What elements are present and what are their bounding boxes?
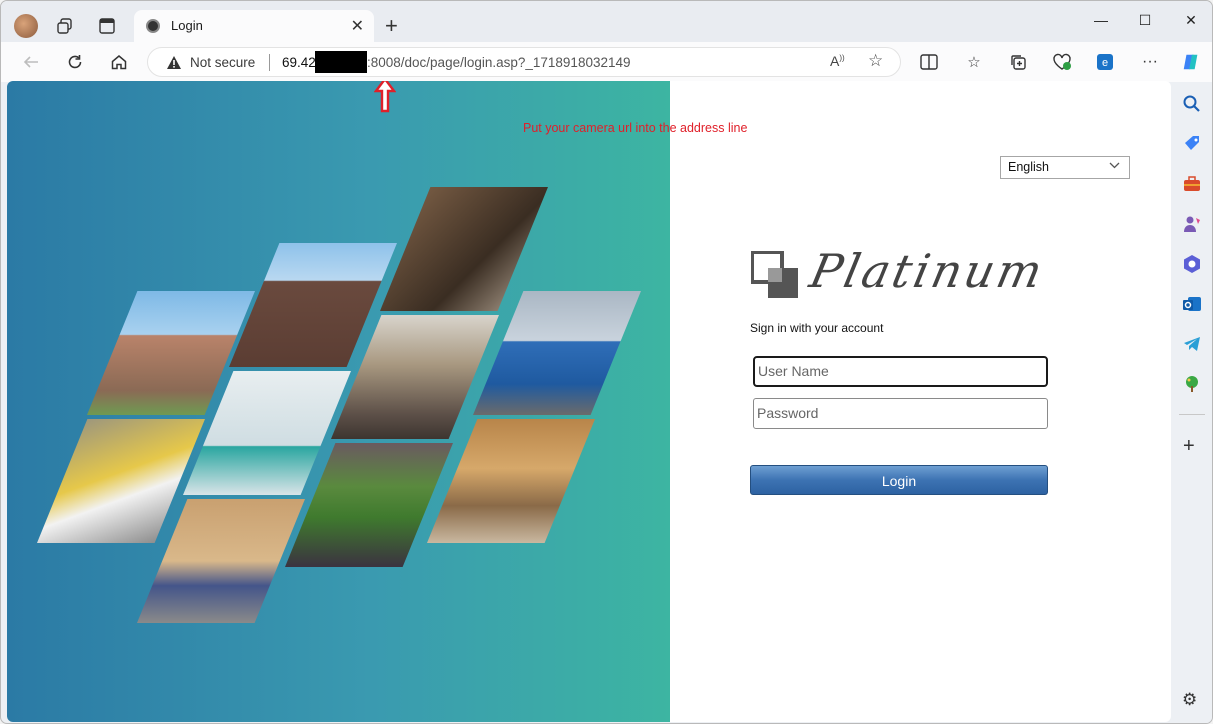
refresh-icon[interactable] — [64, 51, 86, 73]
browser-sidebar: + ⚙ — [1171, 82, 1212, 723]
split-screen-icon[interactable] — [919, 52, 939, 72]
tab-strip: Login ✕ + — ☐ ✕ — [1, 1, 1212, 42]
back-icon[interactable] — [20, 51, 42, 73]
password-input[interactable]: Password — [753, 398, 1048, 429]
maximize-icon[interactable]: ☐ — [1122, 12, 1168, 29]
url-prefix[interactable]: 69.42 — [282, 55, 316, 70]
payment-terminal-photo — [380, 187, 548, 311]
redaction-box — [315, 51, 367, 73]
settings-icon[interactable]: ⚙ — [1182, 690, 1197, 710]
telegram-icon[interactable] — [1182, 334, 1202, 354]
tab-actions-icon[interactable] — [96, 15, 118, 37]
tree-icon[interactable] — [1182, 374, 1202, 394]
read-aloud-icon[interactable]: A)) — [830, 53, 845, 69]
workspaces-icon[interactable] — [54, 15, 76, 37]
tab-title: Login — [171, 18, 203, 33]
profile-avatar[interactable] — [14, 14, 38, 38]
tools-icon[interactable] — [1182, 174, 1202, 194]
grand-central-photo — [427, 419, 595, 543]
chevron-down-icon — [1109, 160, 1120, 172]
address-separator — [269, 54, 270, 71]
edge-icon[interactable]: e — [1095, 52, 1115, 72]
minimize-icon[interactable]: — — [1078, 12, 1124, 28]
camera-favicon-icon — [146, 19, 160, 33]
arrow-up-icon — [374, 81, 396, 113]
truck-photo — [473, 291, 641, 415]
url-suffix[interactable]: :8008/doc/page/login.asp?_1718918032149 — [367, 55, 631, 70]
page-content: Put your camera url into the address lin… — [7, 81, 1171, 722]
platinum-logo-icon — [751, 251, 798, 298]
language-select[interactable]: English — [1000, 156, 1130, 179]
address-bar[interactable]: Not secure 69.42 :8008/doc/page/login.as… — [147, 47, 901, 77]
copilot-icon[interactable] — [1181, 52, 1201, 72]
username-placeholder: User Name — [758, 363, 829, 379]
close-tab-icon[interactable]: ✕ — [351, 16, 364, 36]
add-icon[interactable]: + — [1183, 435, 1195, 458]
brand-name: Platinum — [805, 244, 1050, 298]
svg-text:e: e — [1102, 57, 1108, 69]
not-secure-label[interactable]: Not secure — [190, 55, 255, 70]
signin-heading: Sign in with your account — [750, 321, 884, 335]
password-placeholder: Password — [757, 405, 819, 421]
browser-essentials-icon[interactable] — [1052, 52, 1072, 72]
games-icon[interactable] — [1182, 214, 1202, 234]
instruction-annotation: Put your camera url into the address lin… — [523, 121, 748, 135]
more-icon[interactable]: ··· — [1140, 52, 1160, 72]
office-icon[interactable] — [1182, 254, 1202, 274]
collections-icon[interactable] — [1008, 52, 1028, 72]
search-icon[interactable] — [1182, 94, 1202, 114]
login-button[interactable]: Login — [750, 465, 1048, 495]
browser-window: Login ✕ + — ☐ ✕ Not secure 69.42 :8008/d… — [0, 0, 1213, 724]
favorites-icon[interactable]: ☆ — [964, 52, 984, 72]
new-tab-icon[interactable]: + — [385, 13, 398, 39]
sidebar-divider — [1179, 414, 1205, 415]
shopping-icon[interactable] — [1182, 134, 1202, 154]
language-selected: English — [1008, 160, 1049, 174]
warning-icon[interactable] — [166, 55, 182, 75]
close-window-icon[interactable]: ✕ — [1168, 12, 1212, 29]
username-input[interactable]: User Name — [753, 356, 1048, 387]
home-icon[interactable] — [108, 51, 130, 73]
favorite-star-icon[interactable]: ☆ — [868, 51, 883, 71]
browser-toolbar: Not secure 69.42 :8008/doc/page/login.as… — [1, 42, 1212, 82]
hero-collage — [7, 81, 670, 722]
outlook-icon[interactable] — [1182, 294, 1202, 314]
tab-login[interactable]: Login ✕ — [134, 10, 374, 42]
